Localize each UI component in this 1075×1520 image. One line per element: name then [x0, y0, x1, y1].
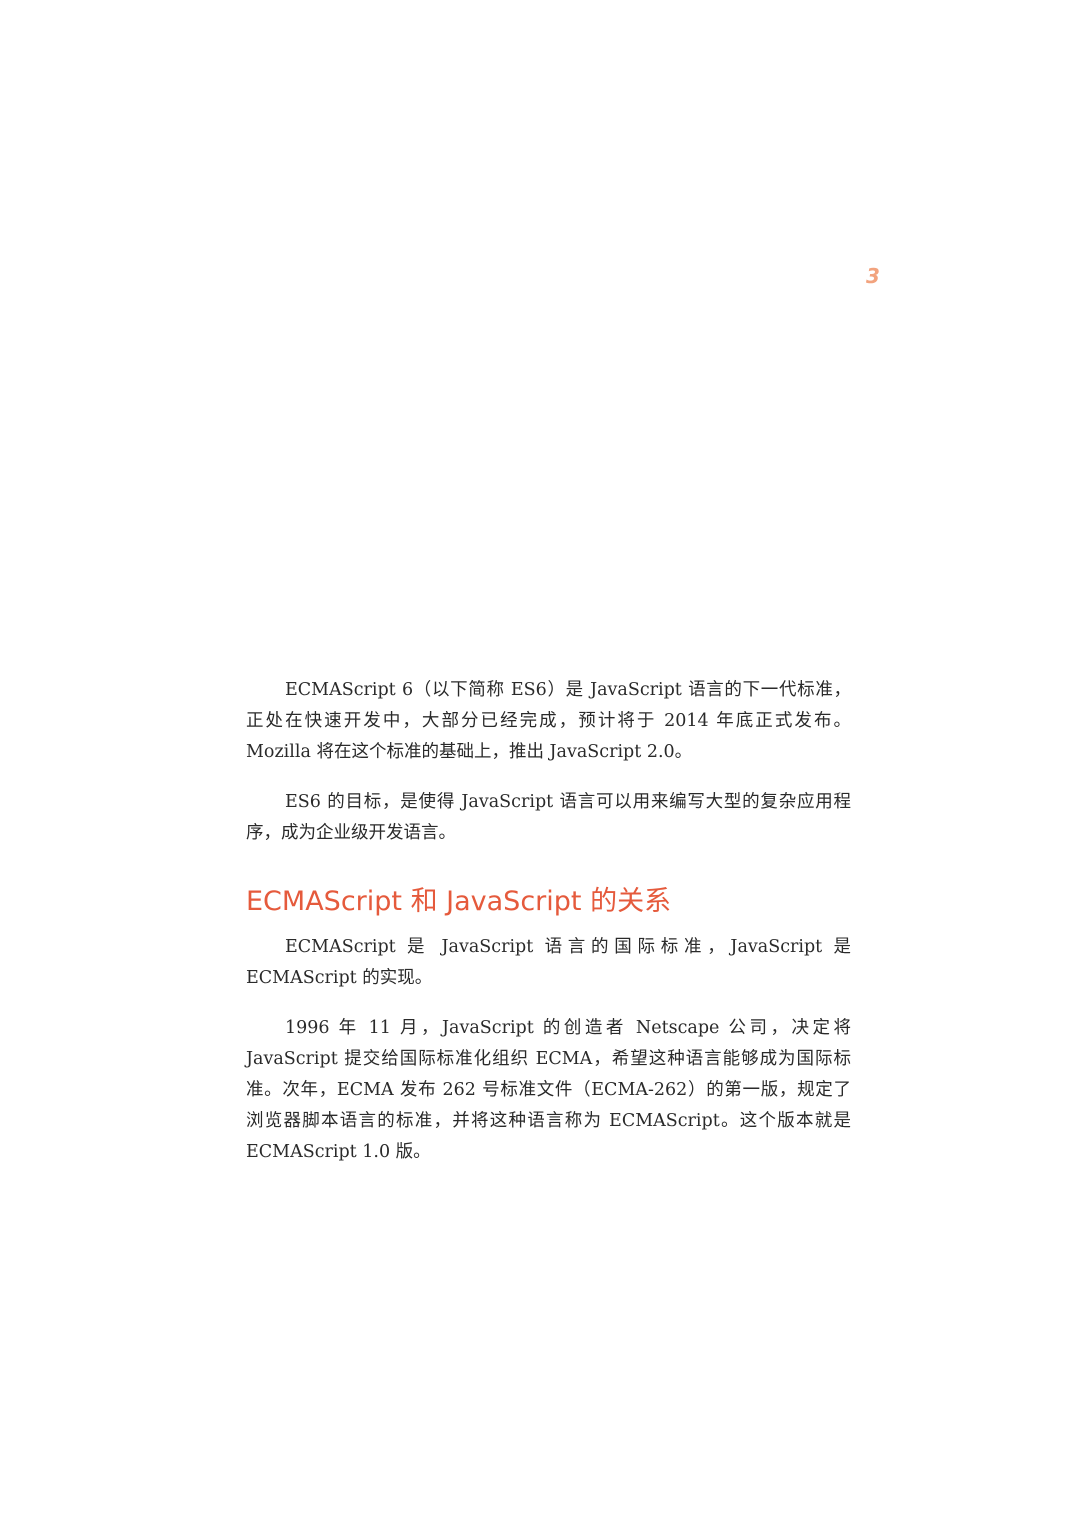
- goal-paragraph: ES6 的目标，是使得 JavaScript 语言可以用来编写大型的复杂应用程序…: [246, 792, 851, 843]
- chapter-number: 3: [866, 264, 880, 288]
- section-heading: ECMAScript 和 JavaScript 的关系: [246, 886, 672, 917]
- book-page: 3 ECMAScript 6（以下简称 ES6）是 JavaScript 语言的…: [0, 0, 1075, 1520]
- history-paragraph: 1996 年 11 月，JavaScript 的创造者 Netscape 公司，…: [246, 1018, 851, 1162]
- page-body: ECMAScript 6（以下简称 ES6）是 JavaScript 语言的下一…: [246, 675, 851, 1168]
- intro-paragraph: ECMAScript 6（以下简称 ES6）是 JavaScript 语言的下一…: [246, 680, 851, 762]
- relation-paragraph: ECMAScript 是 JavaScript 语言的国际标准，JavaScri…: [246, 937, 851, 988]
